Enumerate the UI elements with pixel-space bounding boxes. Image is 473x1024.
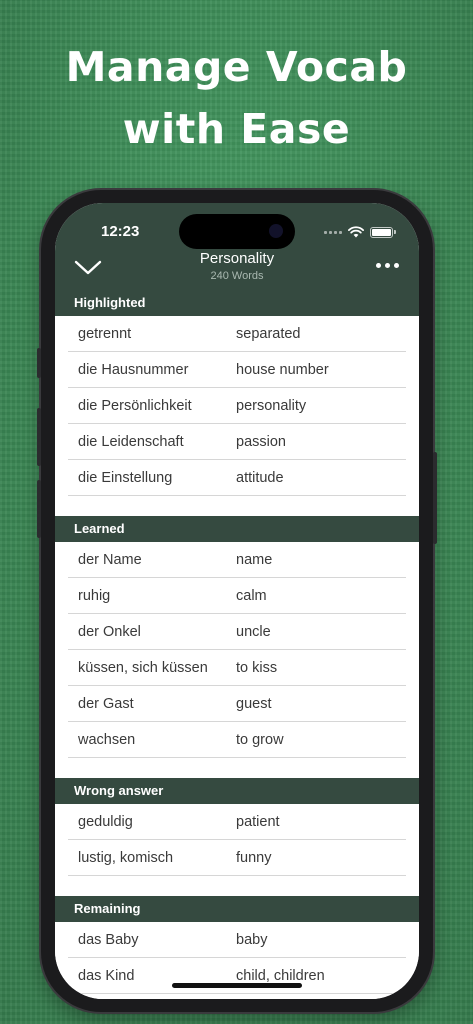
german-word: lustig, komisch [78, 850, 174, 866]
german-word: geduldig [78, 814, 133, 830]
german-word: die Persönlichkeit [78, 398, 192, 414]
translation: passion [236, 434, 286, 450]
table-row[interactable]: getrennt separated [68, 316, 406, 352]
battery-icon [370, 226, 396, 238]
translation: uncle [236, 624, 271, 640]
table-row[interactable]: die Hausnummer house number [68, 352, 406, 388]
section-header-highlighted: Highlighted [55, 290, 419, 316]
translation: house number [236, 362, 329, 378]
section-header-learned: Learned [55, 516, 419, 542]
promo-headline: Manage Vocab with Ease [0, 36, 473, 160]
table-row[interactable]: lustig, komisch funny [68, 840, 406, 876]
german-word: der Gast [78, 696, 134, 712]
promo-headline-line-2: with Ease [122, 105, 351, 153]
translation: to grow [236, 732, 284, 748]
ellipsis-icon [376, 263, 399, 268]
table-row[interactable]: das Kind child, children [68, 958, 406, 994]
german-word: ruhig [78, 588, 111, 604]
german-word: das Baby [78, 932, 139, 948]
section-header-remaining: Remaining [55, 896, 419, 922]
power-button [433, 452, 437, 544]
signal-icon [324, 230, 342, 234]
section-rows-learned: der Name name ruhig calm der Onkel uncle… [55, 542, 419, 778]
translation: to kiss [236, 660, 278, 676]
more-button[interactable] [376, 263, 399, 268]
dynamic-island [179, 214, 295, 249]
word-count: 240 Words [210, 270, 264, 282]
section-rows-wrong-answer: geduldig patient lustig, komisch funny [55, 804, 419, 896]
german-word: wachsen [78, 732, 136, 748]
camera-icon [269, 224, 283, 238]
wifi-icon [348, 226, 364, 238]
vocab-list[interactable]: Highlighted getrennt separated die Hausn… [55, 290, 419, 999]
translation: name [236, 552, 273, 568]
german-word: getrennt [78, 326, 132, 342]
translation: attitude [236, 470, 284, 486]
german-word: die Hausnummer [78, 362, 189, 378]
mute-switch [37, 348, 41, 378]
german-word: die Leidenschaft [78, 434, 184, 450]
home-indicator[interactable] [172, 983, 302, 988]
promo-headline-line-1: Manage Vocab [65, 43, 408, 91]
german-word: das Kind [78, 968, 135, 984]
table-row[interactable]: wachsen to grow [68, 722, 406, 758]
section-rows-highlighted: getrennt separated die Hausnummer house … [55, 316, 419, 516]
volume-down-button [37, 480, 41, 538]
german-word: der Onkel [78, 624, 141, 640]
german-word: der Name [78, 552, 142, 568]
table-row[interactable]: ruhig calm [68, 578, 406, 614]
table-row[interactable]: die Leidenschaft passion [68, 424, 406, 460]
translation: child, children [236, 968, 325, 984]
section-header-wrong-answer: Wrong answer [55, 778, 419, 804]
phone-screen: 12:23 Personality 240 Words Highlighted … [55, 203, 419, 999]
status-icons [324, 226, 396, 238]
translation: guest [236, 696, 272, 712]
translation: separated [236, 326, 301, 342]
table-row[interactable]: der Name name [68, 542, 406, 578]
translation: calm [236, 588, 267, 604]
table-row[interactable]: die Persönlichkeit personality [68, 388, 406, 424]
table-row[interactable]: geduldig patient [68, 804, 406, 840]
table-row[interactable]: der Gast guest [68, 686, 406, 722]
translation: personality [236, 398, 307, 414]
german-word: die Einstellung [78, 470, 173, 486]
phone-frame: 12:23 Personality 240 Words Highlighted … [37, 190, 437, 1012]
table-row[interactable]: küssen, sich küssen to kiss [68, 650, 406, 686]
table-row[interactable]: die Einstellung attitude [68, 460, 406, 496]
status-time: 12:23 [101, 223, 140, 240]
translation: baby [236, 932, 268, 948]
page-title: Personality [199, 250, 275, 267]
table-row[interactable]: das Baby baby [68, 922, 406, 958]
table-row[interactable]: der Onkel uncle [68, 614, 406, 650]
german-word: küssen, sich küssen [78, 660, 208, 676]
volume-up-button [37, 408, 41, 466]
translation: patient [236, 814, 280, 830]
translation: funny [236, 850, 272, 866]
